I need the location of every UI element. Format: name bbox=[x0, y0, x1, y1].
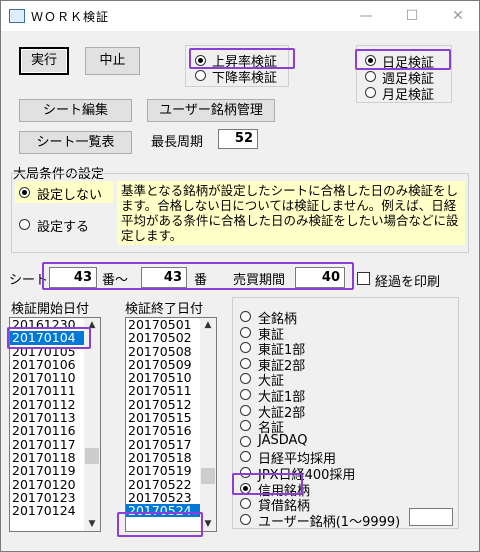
title-bar: ＷＯＲＫ検証 — ☐ ✕ bbox=[1, 1, 479, 31]
set-label: 設定する bbox=[37, 220, 90, 235]
start-date-label: 検証開始日付 bbox=[11, 302, 90, 317]
print-progress-checkbox[interactable] bbox=[357, 272, 370, 285]
max-cycle-field[interactable]: 52 bbox=[218, 129, 258, 149]
max-cycle-label: 最長周期 bbox=[151, 135, 204, 150]
market-radio[interactable] bbox=[240, 482, 251, 494]
maximize-button[interactable]: ☐ bbox=[397, 5, 427, 27]
market-radio[interactable] bbox=[240, 326, 251, 338]
not-set-radio[interactable] bbox=[19, 187, 30, 198]
sheet-to-field[interactable]: 43 bbox=[141, 267, 187, 288]
market-radio[interactable] bbox=[240, 513, 251, 525]
weekly-radio[interactable] bbox=[365, 71, 376, 82]
minimize-button[interactable]: — bbox=[351, 5, 381, 27]
daily-radio[interactable] bbox=[365, 55, 376, 66]
holding-period-label: 売買期間 bbox=[233, 273, 286, 288]
monthly-label: 月足検証 bbox=[382, 88, 435, 103]
stop-button[interactable]: 中止 bbox=[85, 47, 140, 75]
market-option-label: JASDAQ bbox=[258, 432, 308, 448]
window-title: ＷＯＲＫ検証 bbox=[31, 10, 110, 24]
sheet-from-field[interactable]: 43 bbox=[49, 267, 97, 288]
sheet-list-button[interactable]: シート一覧表 bbox=[19, 131, 132, 154]
market-radio[interactable] bbox=[240, 357, 251, 369]
work-window: ＷＯＲＫ検証 — ☐ ✕ 実行 中止 上昇率検証 下降率検証 日足検証 週足検証… bbox=[0, 0, 480, 552]
market-condition-description: 基準となる銘柄が設定したシートに合格した日のみ検証をします。合格しない日について… bbox=[117, 181, 465, 245]
ban-label: 番 bbox=[194, 273, 208, 288]
end-date-label: 検証終了日付 bbox=[125, 302, 204, 317]
scroll-up-icon[interactable]: ▲ bbox=[84, 318, 100, 332]
end-date-list[interactable]: 20170501 20170502 20170508 20170509 20170510… bbox=[125, 317, 217, 532]
rise-rate-radio[interactable] bbox=[195, 55, 206, 66]
sheet-edit-button[interactable]: シート編集 bbox=[19, 99, 132, 122]
market-option-label: ユーザー銘柄(1〜9999) bbox=[258, 514, 401, 530]
close-button[interactable]: ✕ bbox=[443, 5, 473, 27]
end-date-scrollbar[interactable]: ▲ ▼ bbox=[200, 318, 216, 531]
market-radio[interactable] bbox=[240, 467, 251, 478]
start-date-list[interactable]: 20161230 20170104 20170105 20170106 20170110… bbox=[9, 317, 101, 532]
scroll-down-icon[interactable]: ▼ bbox=[84, 517, 100, 531]
set-radio[interactable] bbox=[19, 219, 30, 230]
start-date-scrollbar[interactable]: ▲ ▼ bbox=[84, 318, 100, 531]
scroll-thumb[interactable] bbox=[201, 468, 215, 484]
print-progress-label: 経過を印刷 bbox=[375, 275, 441, 290]
market-radio[interactable] bbox=[240, 311, 251, 322]
sheet-to-label: 番〜 bbox=[102, 273, 129, 288]
holding-period-field[interactable]: 40 bbox=[295, 267, 345, 288]
monthly-radio[interactable] bbox=[365, 87, 376, 98]
app-icon bbox=[9, 9, 25, 23]
sheet-label: シート bbox=[9, 273, 49, 288]
market-radio[interactable] bbox=[240, 404, 251, 416]
scroll-down-icon[interactable]: ▼ bbox=[200, 517, 216, 531]
scroll-thumb[interactable] bbox=[85, 448, 99, 464]
market-radio[interactable] bbox=[240, 389, 251, 400]
market-radio[interactable] bbox=[240, 435, 251, 447]
user-stock-mgmt-button[interactable]: ユーザー銘柄管理 bbox=[147, 99, 275, 122]
run-button[interactable]: 実行 bbox=[19, 47, 69, 75]
fall-rate-radio[interactable] bbox=[195, 70, 206, 81]
user-stock-code-field[interactable] bbox=[409, 508, 453, 526]
fall-rate-label: 下降率検証 bbox=[212, 71, 278, 86]
scroll-up-icon[interactable]: ▲ bbox=[200, 318, 216, 332]
not-set-label: 設定しない bbox=[37, 188, 103, 203]
